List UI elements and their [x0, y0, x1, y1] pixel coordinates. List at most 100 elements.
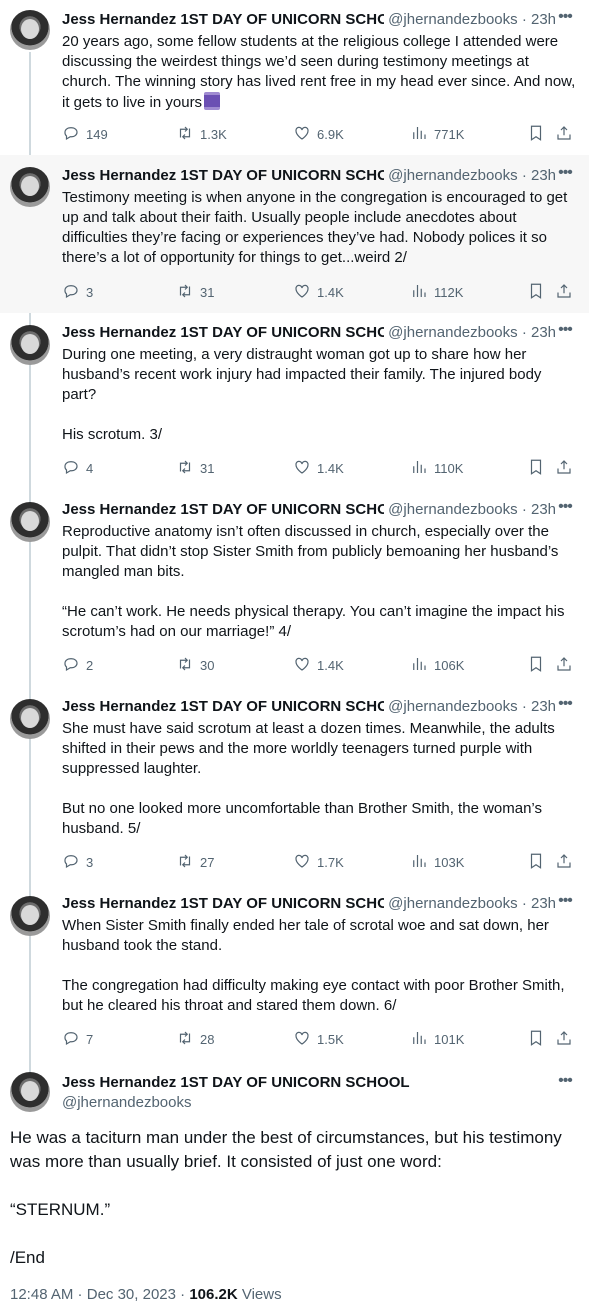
like-button[interactable]: 1.4K: [293, 282, 344, 302]
reply-button[interactable]: 7: [62, 1029, 93, 1049]
share-button[interactable]: [555, 282, 573, 302]
views-count: 106K: [434, 657, 465, 673]
author-name[interactable]: Jess Hernandez 1ST DAY OF UNICORN SCHOOL: [62, 10, 384, 30]
views-button[interactable]: 112K: [410, 282, 463, 302]
reply-icon: [62, 852, 80, 873]
bookmark-button[interactable]: [527, 458, 545, 478]
like-button[interactable]: 6.9K: [293, 124, 344, 144]
tweet-time[interactable]: 23h: [531, 167, 556, 184]
retweet-count: 27: [200, 854, 215, 870]
retweet-icon: [176, 124, 194, 145]
retweet-count: 30: [200, 657, 215, 673]
views-button[interactable]: 101K: [410, 1029, 464, 1049]
author-name[interactable]: Jess Hernandez 1ST DAY OF UNICORN SCHOOL: [62, 697, 384, 717]
avatar[interactable]: [10, 502, 50, 542]
like-button[interactable]: 1.4K: [293, 458, 344, 478]
share-button[interactable]: [555, 852, 573, 872]
avatar[interactable]: [10, 896, 50, 936]
retweet-button[interactable]: 27: [176, 852, 214, 872]
main-tweet-text: He was a taciturn man under the best of …: [10, 1128, 562, 1267]
author-handle[interactable]: @jhernandezbooks: [388, 324, 517, 341]
share-button[interactable]: [555, 1029, 573, 1049]
reply-button[interactable]: 149: [62, 124, 108, 144]
avatar[interactable]: [10, 167, 50, 207]
like-count: 1.4K: [317, 284, 344, 300]
author-handle[interactable]: @jhernandezbooks: [388, 895, 517, 912]
reply-button[interactable]: 3: [62, 852, 93, 872]
more-icon[interactable]: •••: [555, 499, 575, 520]
share-button[interactable]: [555, 458, 573, 478]
bookmark-icon: [527, 124, 545, 145]
author-handle[interactable]: @jhernandezbooks: [388, 698, 517, 715]
reply-button[interactable]: 4: [62, 458, 93, 478]
retweet-button[interactable]: 28: [176, 1029, 214, 1049]
more-icon[interactable]: •••: [555, 322, 575, 343]
share-button[interactable]: [555, 655, 573, 675]
bookmark-button[interactable]: [527, 852, 545, 872]
author-name[interactable]: Jess Hernandez 1ST DAY OF UNICORN SCHOOL: [62, 1073, 410, 1093]
views-button[interactable]: 103K: [410, 852, 464, 872]
more-icon[interactable]: •••: [555, 696, 575, 717]
tweet-time[interactable]: 23h: [531, 11, 556, 28]
retweet-button[interactable]: 1.3K: [176, 124, 227, 144]
retweet-icon: [176, 282, 194, 303]
tweet-text: Reproductive anatomy isn’t often discuss…: [62, 523, 565, 640]
avatar[interactable]: [10, 10, 50, 50]
share-icon: [555, 852, 573, 873]
author-handle[interactable]: @jhernandezbooks: [388, 501, 517, 518]
author-name[interactable]: Jess Hernandez 1ST DAY OF UNICORN SCHOOL: [62, 323, 384, 343]
like-button[interactable]: 1.5K: [293, 1029, 344, 1049]
retweet-button[interactable]: 30: [176, 655, 214, 675]
tweet-header: Jess Hernandez 1ST DAY OF UNICORN SCHOOL…: [62, 10, 557, 30]
views-icon: [410, 1029, 428, 1050]
bookmark-button[interactable]: [527, 1029, 545, 1049]
tweet-time[interactable]: 23h: [531, 324, 556, 341]
avatar[interactable]: [10, 325, 50, 365]
bookmark-button[interactable]: [527, 655, 545, 675]
retweet-button[interactable]: 31: [176, 282, 214, 302]
tweet-header: Jess Hernandez 1ST DAY OF UNICORN SCHOOL…: [62, 166, 557, 186]
views-button[interactable]: 106K: [410, 655, 464, 675]
author-name[interactable]: Jess Hernandez 1ST DAY OF UNICORN SCHOOL: [62, 166, 384, 186]
author-name[interactable]: Jess Hernandez 1ST DAY OF UNICORN SCHOOL: [62, 500, 384, 520]
bookmark-button[interactable]: [527, 124, 545, 144]
action-bar: 2 30 1.4K 106K: [62, 655, 577, 675]
author-handle[interactable]: @jhernandezbooks: [388, 167, 517, 184]
tweet-date[interactable]: Dec 30, 2023: [87, 1286, 176, 1303]
avatar[interactable]: [10, 699, 50, 739]
author-name[interactable]: Jess Hernandez 1ST DAY OF UNICORN SCHOOL: [62, 894, 384, 914]
like-button[interactable]: 1.7K: [293, 852, 344, 872]
like-button[interactable]: 1.4K: [293, 655, 344, 675]
views-icon: [410, 124, 428, 145]
tweet-time[interactable]: 23h: [531, 895, 556, 912]
reply-button[interactable]: 3: [62, 282, 93, 302]
views-count: 112K: [434, 284, 464, 300]
author-handle[interactable]: @jhernandezbooks: [388, 11, 517, 28]
bookmark-button[interactable]: [527, 282, 545, 302]
views-count[interactable]: 106.2K: [189, 1286, 237, 1303]
tweet-time[interactable]: 23h: [531, 501, 556, 518]
more-icon[interactable]: •••: [555, 1073, 575, 1094]
retweet-icon: [176, 1029, 194, 1050]
share-button[interactable]: [555, 124, 573, 144]
more-icon[interactable]: •••: [555, 893, 575, 914]
avatar[interactable]: [10, 1072, 50, 1112]
views-icon: [410, 852, 428, 873]
views-count: 101K: [434, 1031, 465, 1047]
retweet-count: 28: [200, 1031, 215, 1047]
retweet-count: 31: [200, 460, 215, 476]
like-icon: [293, 852, 311, 873]
tweet-timestamp[interactable]: 12:48 AM: [10, 1286, 73, 1303]
more-icon[interactable]: •••: [555, 165, 575, 186]
tweet-time[interactable]: 23h: [531, 698, 556, 715]
reply-button[interactable]: 2: [62, 655, 93, 675]
retweet-button[interactable]: 31: [176, 458, 214, 478]
bookmark-icon: [527, 852, 545, 873]
more-icon[interactable]: •••: [555, 9, 575, 30]
views-button[interactable]: 110K: [410, 458, 463, 478]
views-button[interactable]: 771K: [410, 124, 464, 144]
retweet-icon: [176, 458, 194, 479]
author-handle[interactable]: @jhernandezbooks: [62, 1093, 191, 1113]
like-count: 1.7K: [317, 854, 344, 870]
like-icon: [293, 1029, 311, 1050]
